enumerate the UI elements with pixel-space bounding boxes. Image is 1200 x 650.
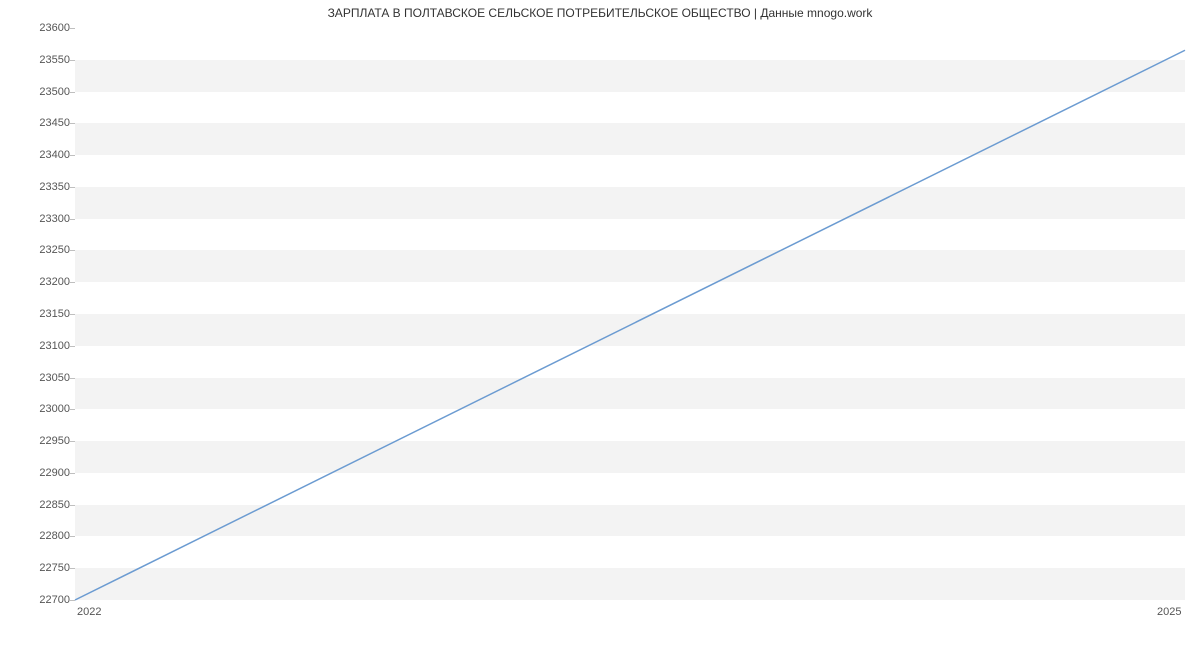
y-tick-mark	[70, 346, 75, 347]
chart-title: ЗАРПЛАТА В ПОЛТАВСКОЕ СЕЛЬСКОЕ ПОТРЕБИТЕ…	[0, 6, 1200, 20]
y-tick-label: 23250	[10, 244, 70, 256]
y-tick-mark	[70, 282, 75, 283]
y-tick-label: 22800	[10, 530, 70, 542]
y-tick-mark	[70, 536, 75, 537]
y-tick-mark	[70, 60, 75, 61]
y-tick-mark	[70, 219, 75, 220]
plot-area	[75, 28, 1185, 600]
y-tick-mark	[70, 314, 75, 315]
y-tick-label: 23150	[10, 308, 70, 320]
y-tick-label: 22850	[10, 499, 70, 511]
y-tick-mark	[70, 441, 75, 442]
y-tick-label: 22700	[10, 594, 70, 606]
y-tick-label: 23400	[10, 149, 70, 161]
y-tick-label: 23550	[10, 54, 70, 66]
y-tick-label: 23450	[10, 117, 70, 129]
y-tick-mark	[70, 600, 75, 601]
y-tick-mark	[70, 505, 75, 506]
y-tick-mark	[70, 473, 75, 474]
y-tick-mark	[70, 123, 75, 124]
y-tick-label: 23600	[10, 22, 70, 34]
x-tick-label: 2022	[77, 606, 101, 618]
y-tick-mark	[70, 250, 75, 251]
y-tick-label: 23100	[10, 340, 70, 352]
y-tick-mark	[70, 378, 75, 379]
y-tick-mark	[70, 568, 75, 569]
y-tick-mark	[70, 409, 75, 410]
y-tick-label: 23500	[10, 86, 70, 98]
y-tick-label: 22900	[10, 467, 70, 479]
line-path	[75, 50, 1185, 600]
y-tick-label: 23350	[10, 181, 70, 193]
y-tick-mark	[70, 155, 75, 156]
y-tick-label: 23300	[10, 213, 70, 225]
line-series	[75, 28, 1185, 599]
y-tick-label: 23000	[10, 403, 70, 415]
y-tick-mark	[70, 187, 75, 188]
y-tick-mark	[70, 92, 75, 93]
y-tick-label: 22750	[10, 562, 70, 574]
y-tick-label: 22950	[10, 435, 70, 447]
y-tick-label: 23050	[10, 372, 70, 384]
y-tick-label: 23200	[10, 276, 70, 288]
chart-container: ЗАРПЛАТА В ПОЛТАВСКОЕ СЕЛЬСКОЕ ПОТРЕБИТЕ…	[0, 0, 1200, 650]
x-tick-label: 2025	[1157, 606, 1181, 618]
y-tick-mark	[70, 28, 75, 29]
